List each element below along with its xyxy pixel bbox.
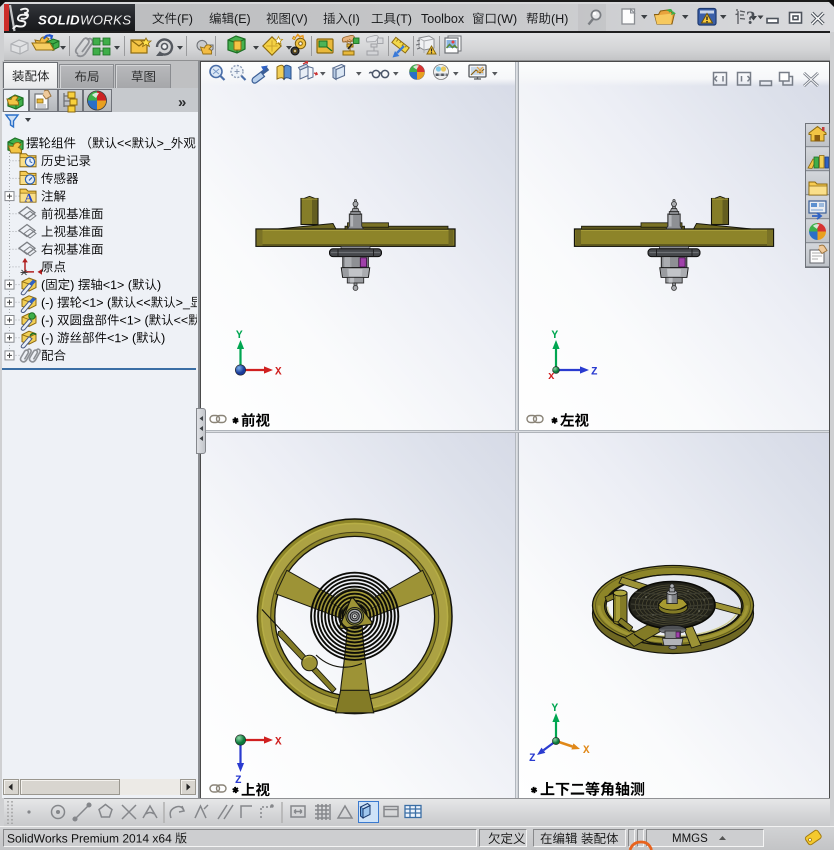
svg-text:Y: Y	[552, 703, 559, 715]
svg-text:Z: Z	[529, 753, 536, 765]
svg-text:Toolbox: Toolbox	[421, 12, 465, 26]
svg-text:Z: Z	[235, 775, 242, 787]
svg-text:X: X	[583, 745, 590, 757]
svg-text:»: »	[178, 94, 186, 111]
svg-text:SOLID: SOLID	[38, 13, 80, 28]
svg-text:Y: Y	[552, 330, 559, 342]
svg-text:X: X	[275, 367, 282, 379]
svg-text:?: ?	[746, 8, 756, 29]
svg-text:WORKS: WORKS	[80, 13, 131, 28]
svg-text:Z: Z	[591, 367, 598, 379]
svg-text:X: X	[275, 737, 282, 749]
svg-text:x: x	[548, 371, 555, 383]
svg-text:MMGS: MMGS	[672, 833, 708, 845]
svg-text:A: A	[25, 191, 34, 205]
svg-text:Y: Y	[236, 330, 243, 342]
